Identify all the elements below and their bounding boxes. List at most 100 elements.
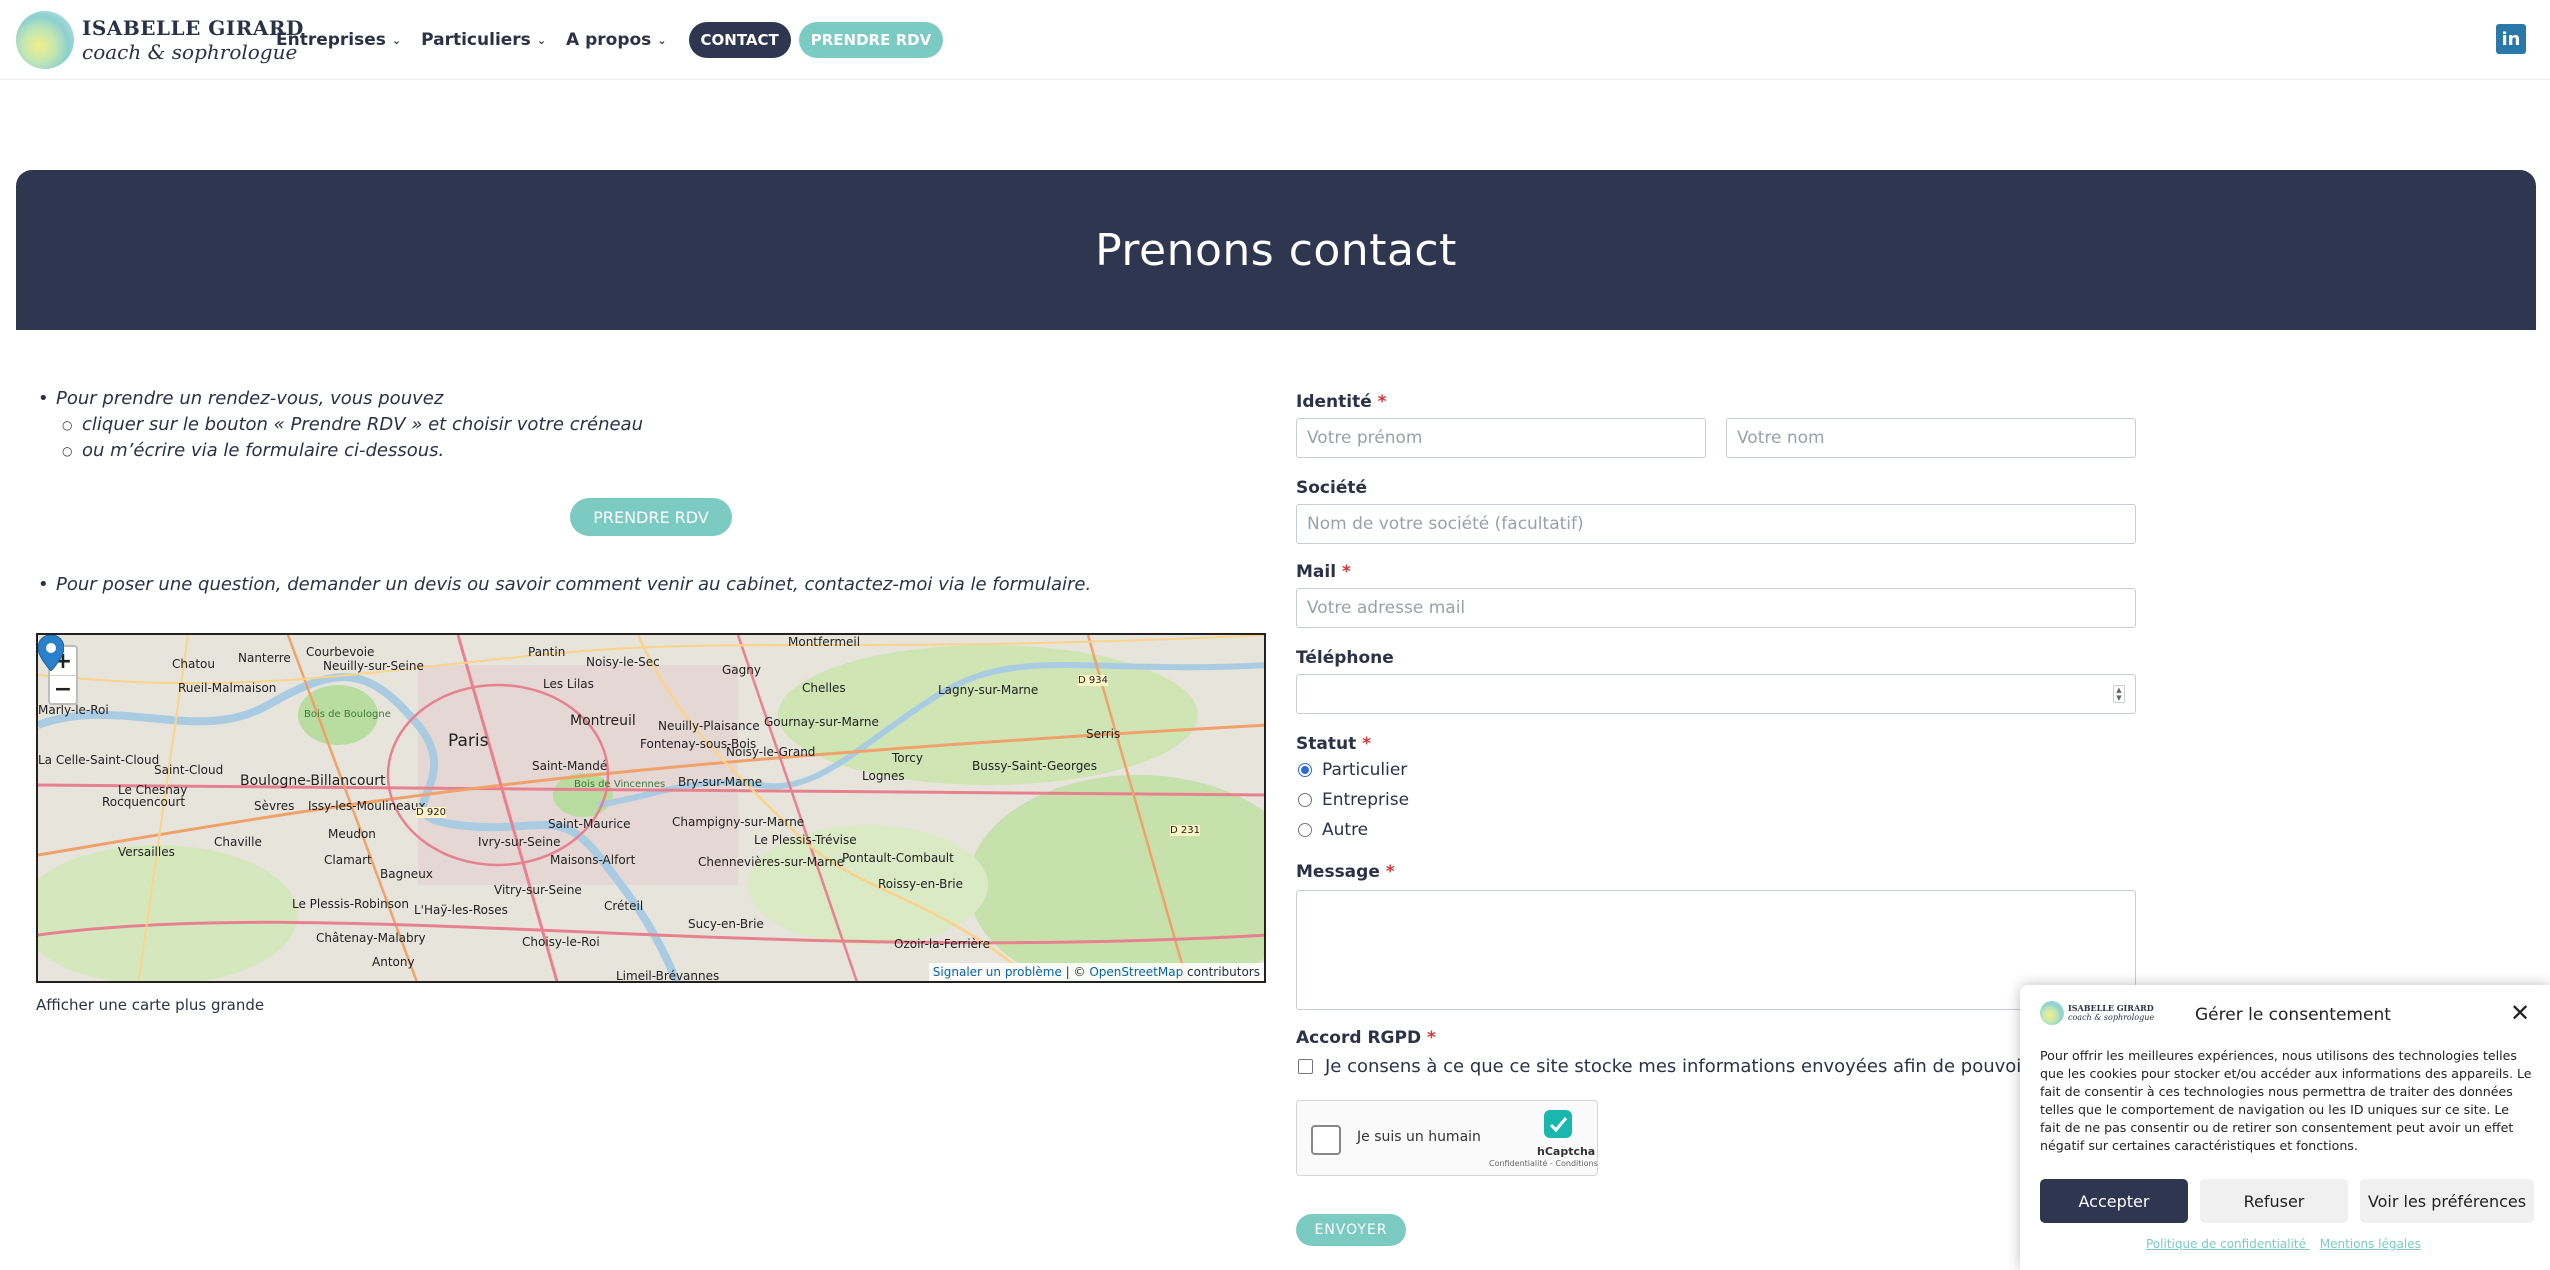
status-option-particulier[interactable]: Particulier <box>1298 760 1407 780</box>
attribution-contributors: contributors <box>1183 965 1260 979</box>
map-place-label: Sèvres <box>254 799 295 813</box>
cookie-consent-dialog: ISABELLE GIRARD coach & sophrologue Gére… <box>2020 985 2550 1270</box>
map-place-label: La Celle-Saint-Cloud <box>38 753 160 767</box>
message-textarea[interactable] <box>1296 890 2136 1010</box>
map-place-label: Pantin <box>528 645 566 659</box>
nav-item-label: Entreprises <box>276 30 386 50</box>
legal-notice-link[interactable]: Mentions légales <box>2320 1237 2421 1251</box>
map-attribution: Signaler un problème | © OpenStreetMap c… <box>928 963 1264 981</box>
radio-selected-icon[interactable] <box>1298 763 1312 777</box>
map-place-label: Chennevières-sur-Marne <box>698 855 845 869</box>
report-problem-link[interactable]: Signaler un problème <box>933 965 1062 979</box>
map-place-label: Champigny-sur-Marne <box>672 815 805 829</box>
nav-rdv-button[interactable]: PRENDRE RDV <box>798 22 944 58</box>
map-place-label: Saint-Cloud <box>154 763 224 777</box>
map-place-label: Choisy-le-Roi <box>522 935 600 949</box>
captcha-checkbox[interactable] <box>1311 1125 1341 1155</box>
location-map[interactable]: + − Montfermeil Courbevoie Nanterre Chat… <box>36 633 1266 983</box>
map-place-label: Noisy-le-Sec <box>586 655 660 669</box>
phone-input[interactable]: ▲ ▼ <box>1296 674 2136 714</box>
site-logo[interactable]: ISABELLE GIRARD coach & sophrologue <box>16 10 303 70</box>
chevron-down-icon: ⌄ <box>391 33 402 47</box>
preferences-button[interactable]: Voir les préférences <box>2360 1179 2534 1223</box>
map-marker-icon[interactable] <box>38 635 64 671</box>
map-place-label: Roissy-en-Brie <box>878 877 963 891</box>
required-mark: * <box>1385 862 1395 882</box>
consent-body: Pour offrir les meilleures expériences, … <box>2040 1048 2532 1153</box>
openstreetmap-link[interactable]: OpenStreetMap <box>1089 965 1183 979</box>
captcha-terms[interactable]: Confidentialité - Conditions <box>1489 1159 1598 1168</box>
close-icon[interactable]: ✕ <box>2510 999 2530 1027</box>
map-place-label: Rueil-Malmaison <box>178 681 277 695</box>
map-place-label: Bois de Vincennes <box>574 779 666 790</box>
rdv-button[interactable]: PRENDRE RDV <box>570 498 732 536</box>
map-place-label: Gagny <box>722 663 761 677</box>
hcaptcha-logo-icon <box>1544 1110 1572 1138</box>
attribution-separator: | © <box>1061 965 1090 979</box>
firstname-input[interactable]: Votre prénom <box>1296 418 1706 458</box>
gdpr-text: Je consens à ce que ce site stocke mes i… <box>1325 1056 2116 1077</box>
gdpr-label-text: Accord RGPD <box>1296 1028 1422 1048</box>
required-mark: * <box>1377 392 1387 412</box>
map-place-label: Pontault-Combault <box>842 851 954 865</box>
refuse-button[interactable]: Refuser <box>2200 1179 2348 1223</box>
chevron-down-icon: ⌄ <box>657 33 667 47</box>
company-input[interactable]: Nom de votre société (facultatif) <box>1296 504 2136 544</box>
map-place-label: Nanterre <box>238 651 291 665</box>
phone-label: Téléphone <box>1296 648 1394 668</box>
map-place-label: Châtenay-Malabry <box>316 931 426 945</box>
gdpr-checkbox[interactable] <box>1298 1059 1313 1074</box>
phone-stepper-icon[interactable]: ▲ ▼ <box>2113 685 2125 703</box>
map-place-label: Paris <box>448 731 489 751</box>
map-place-label: Neuilly-Plaisance <box>658 719 760 733</box>
zoom-out-button[interactable]: − <box>50 675 76 703</box>
map-place-label: L'Haÿ-les-Roses <box>414 903 508 917</box>
map-place-label: Le Plessis-Robinson <box>292 897 409 911</box>
map-place-label: Chelles <box>802 681 846 695</box>
consent-logo-mark <box>2040 1001 2064 1025</box>
map-place-label: Torcy <box>892 751 924 765</box>
nav-item-a-propos[interactable]: A propos ⌄ <box>566 30 667 50</box>
nav-item-entreprises[interactable]: Entreprises ⌄ <box>276 30 401 50</box>
status-option-autre[interactable]: Autre <box>1298 820 1368 840</box>
map-place-label: Meudon <box>328 827 376 841</box>
map-place-label: Maisons-Alfort <box>550 853 636 867</box>
linkedin-icon[interactable]: in <box>2496 24 2526 54</box>
submit-button[interactable]: ENVOYER <box>1296 1214 1406 1246</box>
nav-item-particuliers[interactable]: Particuliers ⌄ <box>421 30 546 50</box>
email-input[interactable]: Votre adresse mail <box>1296 588 2136 628</box>
nav-contact-button[interactable]: CONTACT <box>688 22 791 58</box>
status-option-entreprise[interactable]: Entreprise <box>1298 790 1409 810</box>
map-place-label: Chatou <box>172 657 215 671</box>
map-place-label: Bry-sur-Marne <box>678 775 763 789</box>
chevron-down-icon: ⌄ <box>536 33 547 47</box>
gdpr-consent-row[interactable]: Je consens à ce que ce site stocke mes i… <box>1298 1056 2116 1077</box>
required-mark: * <box>1362 734 1372 754</box>
radio-icon[interactable] <box>1298 793 1312 807</box>
logo-mark <box>16 11 74 69</box>
status-label-text: Statut <box>1296 734 1357 754</box>
privacy-policy-link[interactable]: Politique de confidentialité <box>2146 1237 2306 1251</box>
logo-name: ISABELLE GIRARD <box>82 16 304 40</box>
required-mark: * <box>1427 1028 1436 1048</box>
map-place-label: Clamart <box>324 853 372 867</box>
gdpr-label: Accord RGPD * <box>1296 1028 1436 1048</box>
mail-label-text: Mail <box>1296 562 1337 582</box>
map-place-label: Ivry-sur-Seine <box>478 835 561 849</box>
consent-links: Politique de confidentialité Mentions lé… <box>2146 1237 2421 1251</box>
radio-icon[interactable] <box>1298 823 1312 837</box>
larger-map-link[interactable]: Afficher une carte plus grande <box>36 996 264 1014</box>
consent-logo-name: ISABELLE GIRARD <box>2068 1002 2154 1013</box>
lastname-input[interactable]: Votre nom <box>1726 418 2136 458</box>
status-label: Statut * <box>1296 734 1371 754</box>
map-place-label: Ozoir-la-Ferrière <box>894 937 990 951</box>
consent-logo-tagline: coach & sophrologue <box>2068 1012 2155 1022</box>
map-place-label: Marly-le-Roi <box>38 703 109 717</box>
map-place-label: Bagneux <box>380 867 433 881</box>
map-place-label: Lognes <box>862 769 905 783</box>
accept-button[interactable]: Accepter <box>2040 1179 2188 1223</box>
consent-title: Gérer le consentement <box>2195 1005 2391 1025</box>
map-place-label: Gournay-sur-Marne <box>764 715 879 729</box>
required-mark: * <box>1341 562 1351 582</box>
intro-bullet-rdv: Pour prendre un rendez-vous, vous pouvez <box>36 386 1276 412</box>
